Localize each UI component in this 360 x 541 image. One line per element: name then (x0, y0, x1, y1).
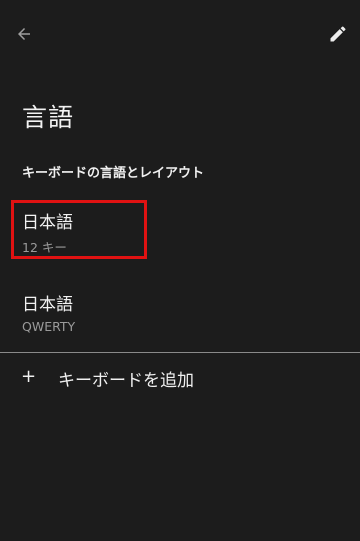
language-item-japanese-qwerty[interactable]: 日本語 QWERTY (0, 280, 360, 342)
plus-icon: + (21, 366, 37, 387)
language-item-subtitle: QWERTY (22, 319, 76, 334)
language-item-subtitle: 12 キー (22, 240, 67, 255)
language-item-title: 日本語 (22, 295, 73, 315)
back-button[interactable] (10, 20, 38, 48)
section-header: キーボードの言語とレイアウト (22, 166, 205, 181)
language-item-japanese-12key[interactable]: 日本語 12 キー (0, 196, 360, 266)
add-keyboard-label: キーボードを追加 (58, 371, 194, 391)
divider (0, 352, 360, 353)
edit-button[interactable] (324, 20, 352, 48)
arrow-left-icon (18, 28, 30, 40)
top-app-bar (0, 0, 360, 66)
add-keyboard-button[interactable]: + キーボードを追加 (0, 358, 360, 398)
page-title: 言語 (22, 103, 75, 132)
pencil-icon (330, 26, 346, 42)
language-item-title: 日本語 (22, 213, 73, 233)
